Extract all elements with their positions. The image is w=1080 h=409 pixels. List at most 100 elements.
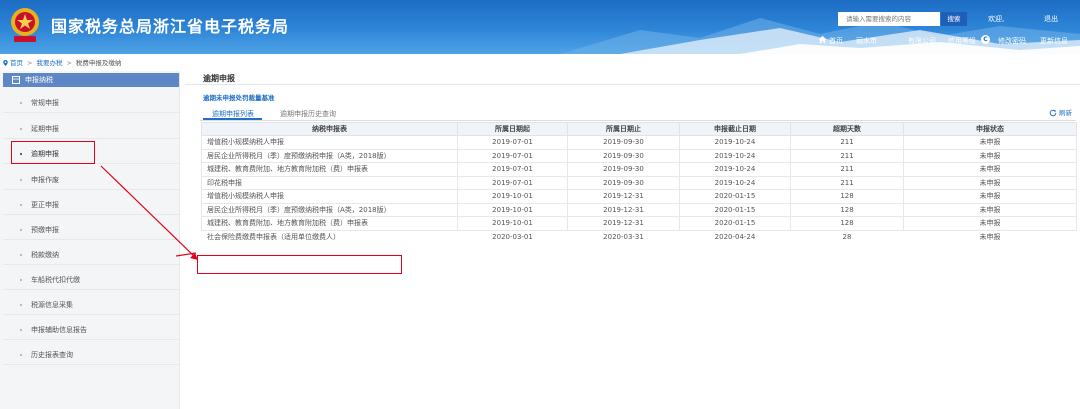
change-password-link[interactable]: 修改密码	[998, 36, 1026, 46]
breadcrumb-separator: >	[66, 59, 72, 67]
table-row[interactable]: 印花税申报 2019-07-01 2019-09-30 2019-10-24 211 未申…	[201, 175, 1077, 190]
sidebar-item-vehicle-tax[interactable]: 车船税代扣代缴	[3, 270, 179, 290]
table-cell: 未申报	[903, 202, 1077, 217]
bullet-icon	[20, 179, 22, 181]
table-cell: 2019-12-31	[567, 202, 680, 217]
table-cell: 2019-10-24	[679, 148, 791, 163]
table-cell: 2019-09-30	[567, 148, 680, 163]
table-cell-form-name[interactable]: 城建税、教育费附加、地方教育附加税（费）申报表	[201, 216, 458, 231]
sidebar-item-label: 常规申报	[31, 99, 59, 107]
bullet-icon	[20, 329, 22, 331]
table-cell-form-name[interactable]: 城建税、教育费附加、地方教育附加税（费）申报表	[201, 162, 458, 177]
column-header: 申报截止日期	[679, 122, 791, 136]
refresh-button[interactable]: 刷新	[1049, 107, 1072, 117]
nav-home-link[interactable]: 首页	[829, 36, 843, 46]
sidebar-item-label: 预缴申报	[31, 226, 59, 234]
sidebar-item-label: 延期申报	[31, 125, 59, 133]
column-header: 纳税申报表	[201, 122, 458, 136]
column-header: 申报状态	[903, 122, 1077, 136]
sidebar-item-label: 历史报表查询	[31, 351, 73, 359]
penalty-standard-link[interactable]: 逾期未申报处罚裁量基准	[203, 92, 275, 102]
table-cell-form-name[interactable]: 社会保险费缴费申报表（适用单位缴费人）	[202, 230, 458, 244]
location-pin-icon	[3, 60, 8, 66]
table-cell: 2019-07-01	[457, 135, 568, 150]
table-cell: 2019-10-24	[679, 135, 791, 150]
table-cell: 2019-12-31	[567, 216, 680, 231]
sidebar-item-tax-payment[interactable]: 税款缴纳	[3, 245, 179, 265]
search-button[interactable]: 搜索	[941, 12, 967, 26]
bullet-icon	[20, 204, 22, 206]
table-cell: 未申报	[903, 148, 1077, 163]
sidebar-heading-label: 申报纳税	[25, 76, 53, 84]
update-info-link[interactable]: 更新信息	[1040, 36, 1068, 46]
sidebar-item-extension-filing[interactable]: 延期申报	[3, 119, 179, 139]
bullet-icon	[20, 128, 22, 130]
table-cell: 2020-04-24	[714, 232, 756, 241]
sidebar-item-correct-filing[interactable]: 更正申报	[3, 195, 179, 215]
tax-emblem-icon	[11, 8, 39, 42]
sidebar-item-auxiliary-report[interactable]: 申报辅助信息报告	[3, 320, 179, 340]
table-cell: 211	[790, 175, 904, 190]
table-cell-form-name[interactable]: 增值税小规模纳税人申报	[201, 135, 458, 150]
column-header: 所属日期起	[457, 122, 568, 136]
sidebar-item-regular-filing[interactable]: 常规申报	[3, 93, 179, 113]
table-cell: 未申报	[979, 232, 1001, 241]
table-cell-form-name[interactable]: 增值税小规模纳税人申报	[201, 189, 458, 204]
nav-city[interactable]: 丽水市	[856, 36, 877, 46]
sidebar-item-tax-source-collection[interactable]: 税源信息采集	[3, 295, 179, 315]
breadcrumb: 首页 > 我要办税 > 税费申报及缴纳	[3, 57, 121, 67]
search-input[interactable]	[838, 12, 940, 26]
overdue-filing-table: 纳税申报表 所属日期起 所属日期止 申报截止日期 超期天数 申报状态 增值税小规…	[201, 122, 1077, 244]
table-cell: 2020-03-01	[492, 232, 533, 241]
table-cell: 128	[790, 189, 904, 204]
annotation-box-sidebar	[11, 141, 95, 164]
table-cell: 2019-10-24	[679, 175, 791, 190]
menu-grid-icon	[12, 76, 20, 84]
refresh-icon	[1049, 109, 1057, 117]
welcome-text: 欢迎,	[988, 15, 1005, 23]
table-cell: 2019-10-24	[679, 162, 791, 177]
site-header: 国家税务总局浙江省电子税务局 搜索 欢迎, 退出 首页 丽水市 有限公司 信用等…	[0, 0, 1080, 54]
table-row[interactable]: 居民企业所得税月（季）度预缴纳税申报（A类，2018版） 2019-07-01 20…	[201, 148, 1077, 163]
table-cell-form-name[interactable]: 居民企业所得税月（季）度预缴纳税申报（A类，2018版）	[201, 202, 458, 217]
credit-level-badge: C	[981, 35, 990, 44]
table-cell: 2019-07-01	[457, 175, 568, 190]
table-cell: 2020-01-15	[679, 189, 791, 204]
logout-link[interactable]: 退出	[1044, 14, 1058, 24]
table-row[interactable]: 城建税、教育费附加、地方教育附加税（费）申报表 2019-10-01 2019-12…	[201, 216, 1077, 231]
table-cell: 128	[790, 202, 904, 217]
table-cell: 211	[790, 148, 904, 163]
sidebar-item-void-filing[interactable]: 申报作废	[3, 170, 179, 190]
table-cell: 未申报	[903, 216, 1077, 231]
refresh-label: 刷新	[1059, 109, 1072, 117]
breadcrumb-tax[interactable]: 我要办税	[36, 59, 62, 67]
table-cell: 未申报	[903, 162, 1077, 177]
sidebar-item-label: 更正申报	[31, 201, 59, 209]
table-cell-form-name[interactable]: 居民企业所得税月（季）度预缴纳税申报（A类，2018版）	[201, 148, 458, 163]
table-cell: 未申报	[903, 189, 1077, 204]
column-header: 超期天数	[790, 122, 904, 136]
table-cell: 211	[790, 162, 904, 177]
table-row[interactable]: 居民企业所得税月（季）度预缴纳税申报（A类，2018版） 2019-10-01 20…	[201, 202, 1077, 217]
breadcrumb-home[interactable]: 首页	[10, 59, 23, 67]
title-divider	[185, 84, 1080, 85]
sidebar-item-label: 税源信息采集	[31, 301, 73, 309]
table-header-row: 纳税申报表 所属日期起 所属日期止 申报截止日期 超期天数 申报状态	[201, 122, 1077, 136]
bullet-icon	[20, 254, 22, 256]
table-cell: 2019-09-30	[567, 162, 680, 177]
tabs-divider	[200, 119, 1076, 121]
table-cell-form-name[interactable]: 印花税申报	[201, 175, 458, 190]
tab-overdue-history[interactable]: 逾期申报历史查询	[280, 109, 336, 119]
table-cell: 2020-01-15	[679, 202, 791, 217]
nav-credit-level[interactable]: 信用等级	[948, 36, 976, 46]
table-row[interactable]: 城建税、教育费附加、地方教育附加税（费）申报表 2019-07-01 2019-09…	[201, 162, 1077, 177]
table-cell: 2019-10-01	[457, 202, 568, 217]
sidebar-heading[interactable]: 申报纳税	[3, 73, 179, 87]
table-row[interactable]: 增值税小规模纳税人申报 2019-07-01 2019-09-30 2019-10-2…	[201, 135, 1077, 150]
sidebar-item-prepay-filing[interactable]: 预缴申报	[3, 220, 179, 240]
table-row[interactable]: 增值税小规模纳税人申报 2019-10-01 2019-12-31 2020-01-1…	[201, 189, 1077, 204]
bullet-icon	[20, 304, 22, 306]
table-cell: 2019-10-01	[457, 216, 568, 231]
sidebar-item-history-query[interactable]: 历史报表查询	[3, 345, 179, 365]
table-row[interactable]: 社会保险费缴费申报表（适用单位缴费人） 2020-03-01 2020-03-31 2…	[202, 230, 1077, 244]
